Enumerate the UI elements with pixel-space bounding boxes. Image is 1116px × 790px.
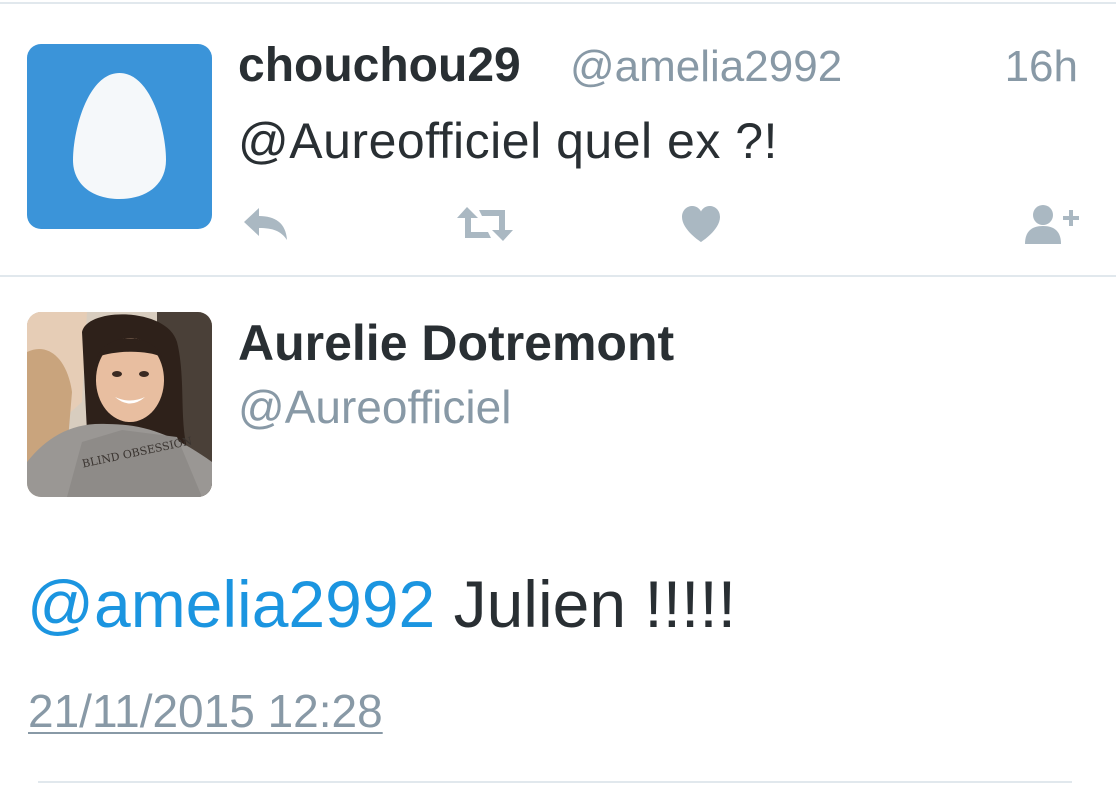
reply-tweet[interactable]: chouchou29 @amelia2992 16h @Aureofficiel… — [0, 4, 1116, 276]
avatar-image — [27, 312, 212, 497]
tweet-body: Julien !!!!! — [435, 567, 737, 641]
retweet-button[interactable] — [450, 199, 520, 249]
avatar-photo[interactable]: BLIND OBSESSION — [27, 312, 212, 497]
user-handle[interactable]: @Aureofficiel — [238, 380, 511, 434]
egg-icon — [73, 73, 166, 199]
reply-button[interactable] — [236, 199, 296, 249]
like-button[interactable] — [673, 199, 729, 249]
tweet-timestamp[interactable]: 21/11/2015 12:28 — [28, 684, 383, 738]
reply-icon — [244, 208, 287, 240]
follow-user-icon — [1025, 205, 1079, 244]
heart-icon — [682, 206, 720, 242]
egg-avatar[interactable] — [27, 44, 212, 229]
display-name[interactable]: Aurelie Dotremont — [238, 314, 674, 372]
tweet-divider — [0, 275, 1116, 277]
display-name[interactable]: chouchou29 — [238, 38, 521, 93]
follow-button[interactable] — [1016, 199, 1086, 249]
tweet-text: @amelia2992 Julien !!!!! — [27, 566, 736, 642]
retweet-icon — [457, 207, 513, 241]
tweet-time: 16h — [1004, 42, 1078, 91]
bottom-divider — [38, 781, 1072, 783]
user-handle[interactable]: @amelia2992 — [570, 42, 842, 92]
mention-link[interactable]: @amelia2992 — [27, 567, 435, 641]
tweet-text: @Aureofficiel quel ex ?! — [238, 113, 778, 169]
